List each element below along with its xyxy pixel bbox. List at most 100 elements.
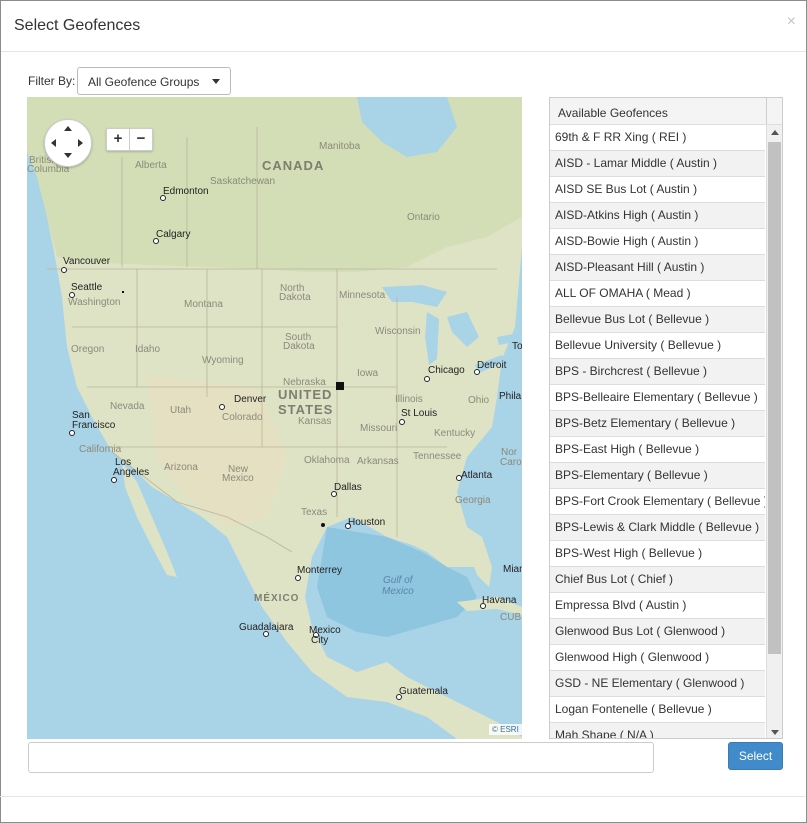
close-icon[interactable]: × [787, 13, 796, 31]
select-button[interactable]: Select [728, 742, 783, 770]
city-label-city: City [311, 635, 329, 646]
geofence-search-input[interactable] [28, 742, 654, 773]
map-label-united: UNITED [278, 387, 333, 402]
footer-divider [0, 796, 805, 797]
scroll-up-icon[interactable] [771, 130, 779, 135]
map-label-saskatchewan: Saskatchewan [210, 176, 276, 187]
city-label-guadalajara: Guadalajara [239, 622, 294, 633]
geofence-list-item[interactable]: GSD - NE Elementary ( Glenwood ) [550, 671, 765, 697]
map-attribution[interactable]: © ESRI [489, 724, 522, 735]
geofence-list-item[interactable]: AISD - Lamar Middle ( Austin ) [550, 151, 765, 177]
pan-down-icon[interactable] [64, 153, 72, 158]
map-label-utah: Utah [170, 405, 192, 416]
city-label-chicago: Chicago [428, 365, 465, 376]
city-label-detroit: Detroit [477, 360, 507, 371]
map-label-alberta: Alberta [135, 160, 167, 171]
map-label-carolina: Caro [500, 457, 522, 468]
map-label-states: STATES [278, 402, 334, 417]
geofence-list-item[interactable]: ALL OF OMAHA ( Mead ) [550, 281, 765, 307]
zoom-in-button[interactable]: + [107, 129, 129, 150]
map-label-kansas: Kansas [298, 416, 332, 427]
city-label-atlanta: Atlanta [461, 470, 493, 481]
geofence-list-item[interactable]: Glenwood High ( Glenwood ) [550, 645, 765, 671]
florida-peninsula [467, 527, 492, 587]
city-dot-st-louis [399, 419, 405, 425]
map-label-canada: CANADA [262, 158, 325, 173]
geofence-list-item[interactable]: Bellevue Bus Lot ( Bellevue ) [550, 307, 765, 333]
map-label-tennessee: Tennessee [413, 451, 462, 462]
city-label-edmonton: Edmonton [163, 186, 209, 197]
geofence-list-item[interactable]: AISD-Pleasant Hill ( Austin ) [550, 255, 765, 281]
geofence-marker-austin[interactable] [321, 523, 325, 527]
geofence-list-item[interactable]: 69th & F RR Xing ( REI ) [550, 125, 765, 151]
map-label-gulf-1: Gulf of [383, 575, 413, 586]
city-label-guatemala: Guatemala [399, 686, 448, 697]
city-label-seattle: Seattle [71, 282, 103, 293]
pan-right-icon[interactable] [78, 139, 83, 147]
modal-header: Select Geofences × [1, 1, 806, 52]
city-dot-chicago [424, 376, 430, 382]
map-view[interactable]: CANADA UNITED STATES MÉXICO Gulf of Mexi… [27, 97, 522, 739]
geofence-list-item[interactable]: BPS-Elementary ( Bellevue ) [550, 463, 765, 489]
geofence-list-item[interactable]: AISD-Atkins High ( Austin ) [550, 203, 765, 229]
city-label-st-louis: St Louis [401, 408, 438, 419]
map-label-new-2: Mexico [222, 473, 254, 484]
city-label-philadelphia: Phila [499, 391, 522, 402]
city-label-denver: Denver [234, 394, 267, 405]
geofence-list-item[interactable]: Chief Bus Lot ( Chief ) [550, 567, 765, 593]
geofence-list-item[interactable]: BPS - Birchcrest ( Bellevue ) [550, 359, 765, 385]
geofence-marker-small[interactable] [122, 291, 124, 293]
geofence-list-item[interactable]: AISD-Bowie High ( Austin ) [550, 229, 765, 255]
zoom-out-button[interactable]: − [129, 129, 152, 150]
map-label-south-2: Dakota [283, 341, 315, 352]
geofence-list-item[interactable]: Empressa Blvd ( Austin ) [550, 593, 765, 619]
city-label-miami: Miam [503, 564, 522, 575]
header-divider [766, 98, 767, 124]
list-header: Available Geofences [550, 98, 782, 125]
geofence-list-item[interactable]: Bellevue University ( Bellevue ) [550, 333, 765, 359]
geofence-list-item[interactable]: BPS-East High ( Bellevue ) [550, 437, 765, 463]
map-label-arkansas: Arkansas [357, 456, 399, 467]
map-label-oregon: Oregon [71, 344, 105, 355]
filter-label: Filter By: [28, 74, 76, 88]
map-label-texas: Texas [301, 507, 328, 518]
map-label-wyoming: Wyoming [202, 355, 244, 366]
scroll-thumb[interactable] [768, 142, 781, 654]
city-label-vancouver: Vancouver [63, 256, 111, 267]
geofence-list-item[interactable]: BPS-Betz Elementary ( Bellevue ) [550, 411, 765, 437]
city-label-houston: Houston [348, 517, 386, 528]
scroll-down-icon[interactable] [771, 730, 779, 735]
geofence-list-item[interactable]: Logan Fontenelle ( Bellevue ) [550, 697, 765, 723]
map-pan-control[interactable] [44, 119, 92, 167]
chevron-down-icon [212, 79, 220, 84]
map-label-idaho: Idaho [135, 344, 161, 355]
geofence-list-item[interactable]: BPS-West High ( Bellevue ) [550, 541, 765, 567]
map-label-washington: Washington [68, 297, 121, 308]
map-label-manitoba: Manitoba [319, 141, 361, 152]
map-label-cuba: CUB [500, 612, 522, 623]
map-label-iowa: Iowa [357, 368, 379, 379]
geofence-list-item[interactable]: BPS-Belleaire Elementary ( Bellevue ) [550, 385, 765, 411]
modal-title: Select Geofences [14, 17, 141, 34]
filter-group-select[interactable]: All Geofence Groups [77, 67, 231, 95]
geofence-list-item[interactable]: Glenwood Bus Lot ( Glenwood ) [550, 619, 765, 645]
geofence-list-item[interactable]: BPS-Fort Crook Elementary ( Bellevue ) [550, 489, 765, 515]
geofence-list-item[interactable]: BPS-Lewis & Clark Middle ( Bellevue ) [550, 515, 765, 541]
pan-left-icon[interactable] [51, 139, 56, 147]
geofence-list-item[interactable]: AISD SE Bus Lot ( Austin ) [550, 177, 765, 203]
geofence-list-item[interactable]: Mah Shape ( N/A ) [550, 723, 765, 738]
map-label-missouri: Missouri [360, 423, 398, 434]
list-scrollbar[interactable] [766, 125, 782, 738]
map-label-nevada: Nevada [110, 401, 145, 412]
city-label-francisco: Francisco [72, 420, 116, 431]
map-label-nebraska: Nebraska [283, 377, 326, 388]
map-label-mexico: MÉXICO [254, 593, 300, 604]
map-label-ontario: Ontario [407, 212, 440, 223]
map-label-ohio: Ohio [468, 395, 490, 406]
geofence-marker-omaha[interactable] [336, 382, 344, 390]
pan-up-icon[interactable] [64, 126, 72, 131]
map-label-gulf-2: Mexico [382, 586, 414, 597]
filter-selected-value: All Geofence Groups [88, 75, 200, 89]
map-label-montana: Montana [184, 299, 223, 310]
city-label-havana: Havana [482, 595, 517, 606]
